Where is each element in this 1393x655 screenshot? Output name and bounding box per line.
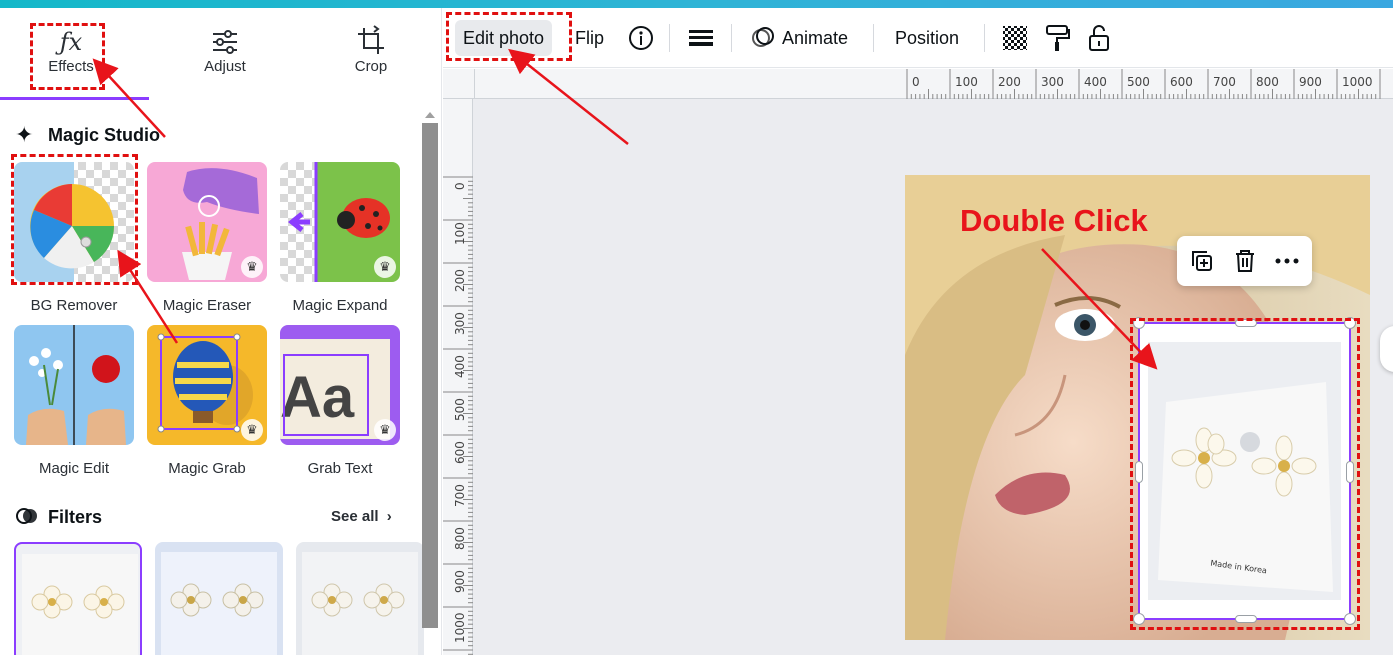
transparency-icon[interactable]: [999, 22, 1031, 54]
ruler-label: 600: [453, 441, 467, 464]
tab-crop[interactable]: Crop: [316, 24, 426, 75]
position-button[interactable]: Position: [887, 20, 967, 56]
spacing-icon[interactable]: [685, 22, 717, 54]
magic-grab-label: Magic Grab: [168, 460, 246, 477]
magic-edit-thumbnail: [26, 325, 126, 445]
ruler-label: 0: [453, 182, 467, 190]
ruler-label: 700: [453, 484, 467, 507]
panel-scrollbar[interactable]: [422, 112, 438, 635]
vertical-ruler: 0 100 200 300 400 500 600 700 800 900 10…: [443, 99, 473, 655]
ruler-label: 400: [1084, 75, 1107, 89]
crown-icon: ♛: [374, 419, 396, 441]
ruler-label: 1000: [453, 612, 467, 643]
active-tab-indicator: [0, 97, 149, 100]
horizontal-ruler: 0 100 200 300 400 500 600 700 800 900 10…: [475, 69, 1393, 99]
filter-preview-original: [22, 554, 138, 655]
tab-label: Crop: [354, 58, 388, 75]
ruler-label: 900: [1299, 75, 1322, 89]
scroll-up-arrow[interactable]: [425, 112, 435, 118]
ruler-label: 800: [1256, 75, 1279, 89]
ruler-label: 400: [453, 355, 467, 378]
toolbar-divider: [873, 24, 874, 52]
scrollbar-thumb[interactable]: [422, 123, 438, 628]
duplicate-icon[interactable]: [1189, 248, 1215, 279]
ruler-label: 700: [1213, 75, 1236, 89]
filters-icon: [15, 504, 39, 533]
sparkle-icon: ✦: [15, 122, 34, 147]
filters-title: Filters: [48, 507, 103, 527]
annotation-box-effects: [30, 23, 105, 90]
more-options-icon[interactable]: [1273, 248, 1301, 279]
filter-thumbnail[interactable]: [14, 542, 142, 655]
toolbar-divider: [984, 24, 985, 52]
side-scroll-button[interactable]: [1380, 326, 1393, 372]
toolbar-divider: [669, 24, 670, 52]
svg-text:Aa: Aa: [280, 365, 355, 430]
crown-icon: ♛: [241, 419, 263, 441]
double-click-annotation: Double Click: [960, 203, 1148, 238]
ruler-label: 300: [1041, 75, 1064, 89]
animate-button[interactable]: Animate: [774, 20, 856, 56]
filter-thumbnail[interactable]: [296, 542, 424, 655]
see-all-link[interactable]: See all ›: [331, 508, 392, 525]
annotation-box-selection: [1130, 318, 1360, 630]
editor-toolbar: Edit photo Flip Animate Position: [443, 8, 1393, 68]
chevron-right-icon: ›: [386, 508, 392, 525]
top-gradient-bar: [0, 0, 1393, 8]
grab-text-label: Grab Text: [307, 460, 373, 477]
ruler-label: 900: [453, 570, 467, 593]
info-icon[interactable]: [625, 22, 657, 54]
trash-icon[interactable]: [1232, 248, 1258, 279]
tab-adjust[interactable]: Adjust: [170, 24, 280, 75]
ruler-label: 500: [453, 398, 467, 421]
magic-expand-label: Magic Expand: [292, 297, 388, 314]
ruler-label: 200: [453, 269, 467, 292]
ruler-label: 1000: [1342, 75, 1373, 89]
crown-icon: ♛: [374, 256, 396, 278]
crop-icon: [316, 24, 426, 58]
paint-roller-icon[interactable]: [1041, 22, 1073, 54]
ruler-label: 100: [453, 222, 467, 245]
magic-expand-tile[interactable]: ♛: [280, 162, 400, 282]
ruler-label: 500: [1127, 75, 1150, 89]
tab-label: Adjust: [204, 58, 246, 75]
bg-remover-label: BG Remover: [30, 297, 118, 314]
see-all-label: See all: [331, 508, 379, 525]
ruler-label: 100: [955, 75, 978, 89]
ruler-label: 200: [998, 75, 1021, 89]
magic-edit-tile[interactable]: [14, 325, 134, 445]
element-context-menu: [1177, 236, 1312, 286]
flip-button[interactable]: Flip: [567, 20, 612, 56]
side-panel: ƒx Effects Adjust Crop ✦ Magic Studio BG…: [0, 8, 442, 655]
filter-thumbnail[interactable]: [155, 542, 283, 655]
ruler-label: 600: [1170, 75, 1193, 89]
filter-preview-muted: [302, 552, 418, 655]
ruler-label: 0: [912, 75, 920, 89]
annotation-box-bg-remover: [11, 154, 138, 285]
filter-preview-cool: [161, 552, 277, 655]
crown-icon: ♛: [241, 256, 263, 278]
ruler-label: 800: [453, 527, 467, 550]
magic-grab-tile[interactable]: ♛: [147, 325, 267, 445]
ruler-corner: [443, 69, 475, 99]
toolbar-divider: [731, 24, 732, 52]
ruler-label: 300: [453, 312, 467, 335]
annotation-box-edit-photo: [446, 12, 572, 61]
magic-edit-label: Magic Edit: [38, 460, 110, 477]
grab-text-tile[interactable]: Aa ♛: [280, 325, 400, 445]
magic-eraser-label: Magic Eraser: [162, 297, 252, 314]
lock-icon[interactable]: [1083, 22, 1115, 54]
magic-studio-title: Magic Studio: [48, 125, 160, 145]
sliders-icon: [170, 24, 280, 58]
magic-eraser-tile[interactable]: ♛: [147, 162, 267, 282]
